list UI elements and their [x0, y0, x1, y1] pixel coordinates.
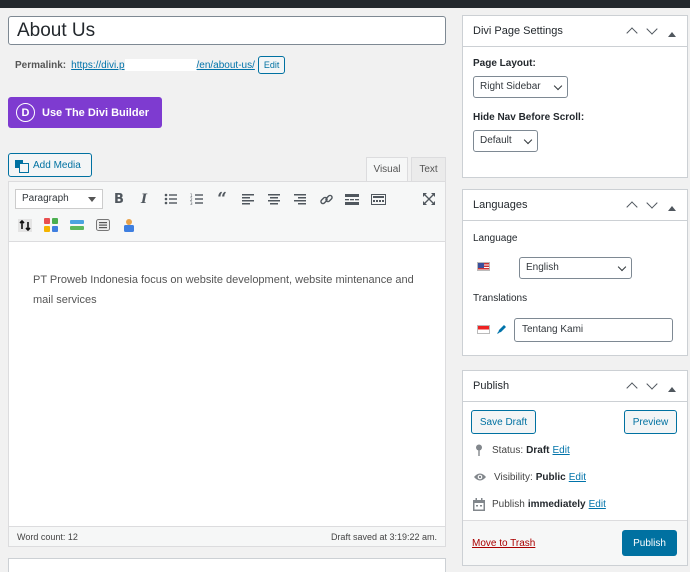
permalink-url-end[interactable]: /en/about-us/ [197, 60, 255, 71]
tab-visual[interactable]: Visual [366, 157, 408, 182]
translation-input[interactable]: Tentang Kami [514, 318, 673, 342]
us-flag-icon [477, 262, 490, 271]
post-title-input[interactable]: About Us [8, 16, 446, 45]
bold-icon[interactable]: B [110, 190, 128, 208]
status-value: Draft [526, 444, 550, 456]
move-up-icon[interactable] [625, 379, 639, 393]
eye-icon [473, 471, 487, 483]
toolbar-toggle-icon[interactable] [369, 190, 387, 208]
blockquote-icon[interactable]: “ [213, 189, 231, 209]
divi-button-label: Use The Divi Builder [42, 106, 149, 119]
hide-nav-label: Hide Nav Before Scroll: [473, 112, 585, 123]
translations-label: Translations [473, 293, 528, 304]
add-media-button[interactable]: Add Media [8, 153, 92, 177]
divi-page-settings-box: Divi Page Settings Page Layout: Right Si… [462, 15, 688, 178]
status-label: Status: [492, 444, 524, 456]
publish-value: immediately [527, 498, 586, 510]
sort-icon[interactable] [16, 216, 34, 234]
publish-actions: Move to Trash Publish [463, 520, 687, 565]
align-center-icon[interactable] [265, 190, 283, 208]
lower-metabox [8, 558, 446, 572]
language-select[interactable]: English [519, 257, 632, 279]
status-edit-link[interactable]: Edit [552, 445, 569, 456]
page-layout-label: Page Layout: [473, 58, 536, 69]
box-title: Languages [473, 199, 528, 211]
preview-button[interactable]: Preview [624, 410, 677, 434]
move-down-icon[interactable] [645, 379, 659, 393]
user-lock-icon[interactable] [120, 216, 138, 234]
page-layout-select[interactable]: Right Sidebar [473, 76, 568, 98]
bullet-list-icon[interactable] [161, 190, 179, 208]
tab-text[interactable]: Text [411, 157, 446, 182]
editor-toolbar: Paragraph B I 123 “ [9, 182, 445, 242]
visibility-edit-link[interactable]: Edit [569, 472, 586, 483]
move-up-icon[interactable] [625, 198, 639, 212]
editor-statusbar: Word count: 12 Draft saved at 3:19:22 am… [9, 526, 445, 546]
publish-box: Publish Save Draft Preview Status: Draft… [462, 370, 688, 566]
languages-box: Languages Language English Translations … [462, 189, 688, 356]
permalink-redacted [124, 59, 197, 71]
divi-logo-icon: D [16, 103, 35, 122]
layout-blocks-icon[interactable] [42, 216, 60, 234]
content-editor: Paragraph B I 123 “ PT Proweb Indonesia … [8, 181, 446, 547]
fullscreen-icon[interactable] [420, 190, 438, 208]
media-icon [15, 159, 29, 173]
collapse-toggle-icon[interactable] [665, 379, 679, 393]
add-media-label: Add Media [33, 159, 81, 171]
italic-icon[interactable]: I [135, 190, 153, 208]
divider-icon[interactable] [94, 216, 112, 234]
publish-header[interactable]: Publish [463, 371, 687, 402]
publish-date-edit-link[interactable]: Edit [589, 499, 606, 510]
status-row: Status: Draft Edit [473, 444, 570, 456]
editor-content[interactable]: PT Proweb Indonesia focus on website dev… [9, 242, 445, 338]
draft-saved-status: Draft saved at 3:19:22 am. [330, 531, 437, 542]
permalink-row: Permalink: https://divi.p /en/about-us/ … [15, 56, 286, 74]
language-label: Language [473, 233, 518, 244]
move-down-icon[interactable] [645, 198, 659, 212]
move-to-trash-link[interactable]: Move to Trash [472, 538, 535, 549]
align-left-icon[interactable] [239, 190, 257, 208]
permalink-label: Permalink: [15, 59, 67, 71]
svg-text:3: 3 [190, 201, 193, 205]
collapse-toggle-icon[interactable] [665, 24, 679, 38]
word-count: Word count: 12 [17, 531, 78, 542]
stack-icon[interactable] [68, 216, 86, 234]
languages-header[interactable]: Languages [463, 190, 687, 221]
numbered-list-icon[interactable]: 123 [187, 190, 205, 208]
use-divi-builder-button[interactable]: D Use The Divi Builder [8, 97, 162, 128]
divi-page-settings-header[interactable]: Divi Page Settings [463, 16, 687, 47]
publish-button[interactable]: Publish [622, 530, 677, 556]
move-down-icon[interactable] [645, 24, 659, 38]
indonesia-flag-icon [477, 325, 490, 334]
pin-icon [473, 444, 485, 456]
hide-nav-select[interactable]: Default [473, 130, 538, 152]
visibility-label: Visibility: [494, 471, 533, 483]
align-right-icon[interactable] [291, 190, 309, 208]
read-more-icon[interactable] [343, 190, 361, 208]
permalink-edit-button[interactable]: Edit [257, 56, 286, 74]
box-title: Divi Page Settings [473, 25, 563, 37]
move-up-icon[interactable] [625, 24, 639, 38]
publish-date-row: Publish immediately Edit [473, 498, 606, 511]
pencil-icon[interactable] [496, 323, 508, 338]
link-icon[interactable] [317, 190, 335, 208]
collapse-toggle-icon[interactable] [665, 198, 679, 212]
save-draft-button[interactable]: Save Draft [471, 410, 536, 434]
publish-label: Publish [492, 498, 525, 510]
visibility-value: Public [535, 471, 566, 483]
visibility-row: Visibility: Public Edit [473, 471, 586, 483]
permalink-url-start[interactable]: https://divi.p [71, 60, 124, 71]
admin-bar [0, 0, 690, 8]
format-select[interactable]: Paragraph [15, 189, 103, 209]
box-title: Publish [473, 380, 510, 392]
calendar-icon [473, 498, 485, 511]
